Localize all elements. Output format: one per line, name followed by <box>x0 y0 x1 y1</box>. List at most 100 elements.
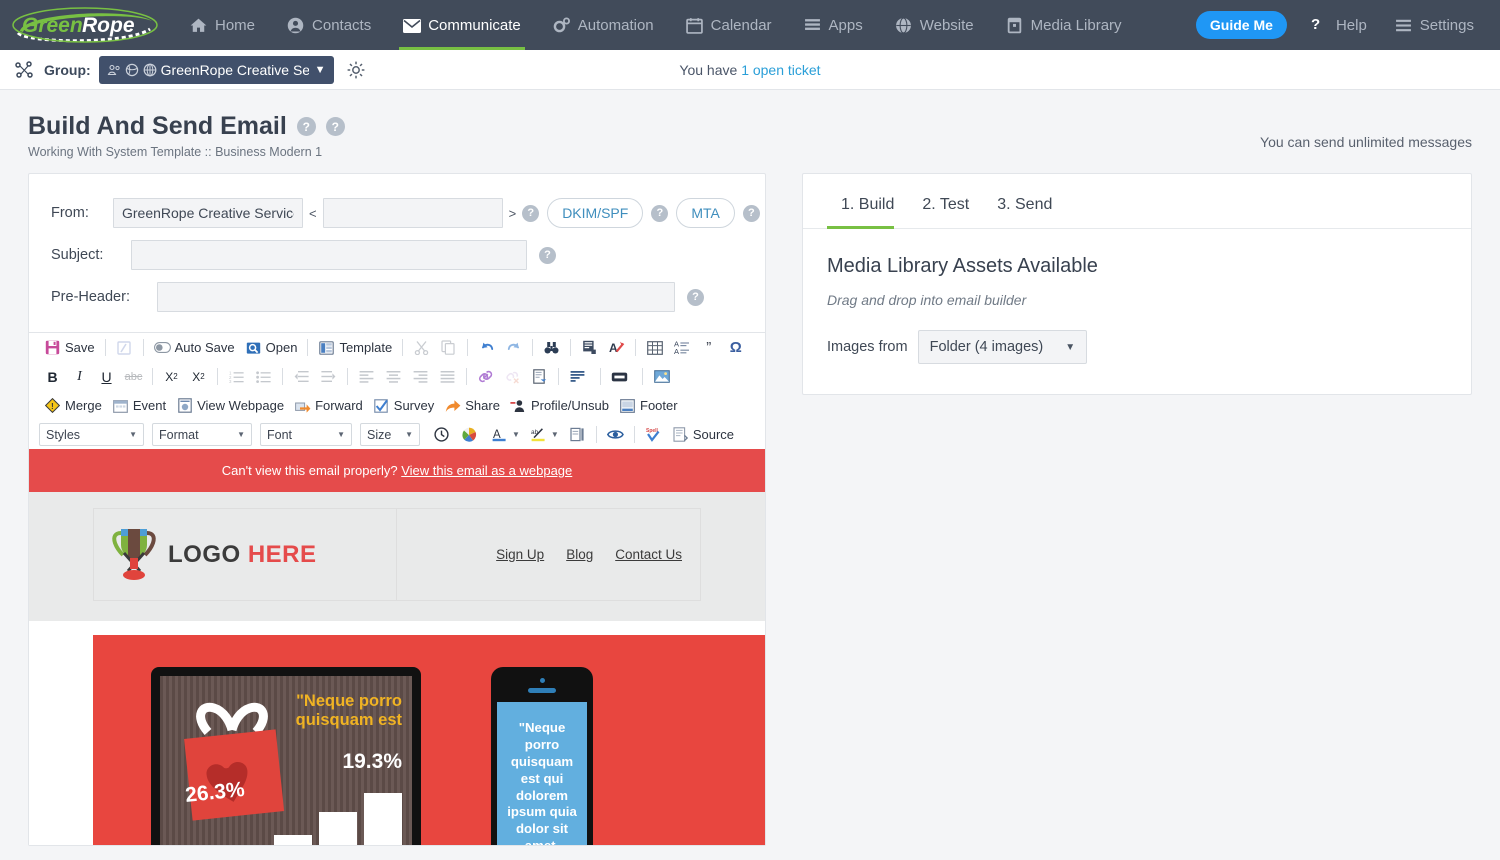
highlight-color-button[interactable]: ab ▼ <box>525 424 564 445</box>
page-help-icon-1[interactable]: ? <box>297 117 316 136</box>
line-height-button[interactable]: AA <box>668 337 695 358</box>
group-select-dropdown[interactable]: GreenRope Creative Se ▼ <box>99 56 334 84</box>
subscript-button[interactable]: X2 <box>158 366 185 387</box>
from-help-icon[interactable]: ? <box>522 205 539 222</box>
group-settings-gear-icon[interactable] <box>346 60 366 80</box>
group-tree-icon[interactable] <box>14 60 34 80</box>
clock-button[interactable] <box>428 424 455 445</box>
redo-button[interactable] <box>500 337 527 358</box>
size-dropdown[interactable]: Size ▼ <box>360 423 420 446</box>
font-dropdown[interactable]: Font ▼ <box>260 423 352 446</box>
merge-button[interactable]: ! Merge <box>39 395 107 416</box>
spell-check-button[interactable]: Spell <box>640 424 667 445</box>
mta-help-icon[interactable]: ? <box>743 205 760 222</box>
nav-item-apps[interactable]: Apps <box>788 0 879 50</box>
preheader-help-icon[interactable]: ? <box>687 289 704 306</box>
preview-logo-cell[interactable]: LOGO HERE <box>94 509 397 600</box>
preheader-input[interactable] <box>157 282 675 312</box>
profile-unsub-button[interactable]: Profile/Unsub <box>505 395 614 416</box>
numbered-list-button[interactable]: 123 <box>223 366 250 387</box>
anchor-icon <box>531 368 548 385</box>
bulleted-list-button[interactable] <box>250 366 277 387</box>
cut-button[interactable] <box>408 337 435 358</box>
autosave-state-icon-button[interactable] <box>111 337 138 358</box>
nav-item-settings[interactable]: Settings <box>1383 0 1486 50</box>
picture-button[interactable] <box>648 366 679 387</box>
auto-save-toggle[interactable]: Auto Save <box>149 337 240 358</box>
select-all-button[interactable] <box>576 337 603 358</box>
underline-button[interactable]: U <box>93 366 120 387</box>
italic-button[interactable]: I <box>66 366 93 387</box>
nav-item-website[interactable]: Website <box>879 0 990 50</box>
strikethrough-button[interactable]: abc <box>120 366 147 387</box>
from-name-input[interactable] <box>113 198 303 228</box>
button-insert-button[interactable] <box>606 366 637 387</box>
nav-item-contacts[interactable]: Contacts <box>271 0 387 50</box>
text-color-button[interactable]: A ▼ <box>486 424 525 445</box>
outdent-button[interactable] <box>288 366 315 387</box>
unlink-button[interactable] <box>499 366 526 387</box>
table-button[interactable] <box>641 337 668 358</box>
preview-hero-image[interactable]: 26.3% "Neque porro quisquam est 19.3% <box>93 635 765 845</box>
view-webpage-button[interactable]: View Webpage <box>171 395 289 416</box>
preview-link-blog[interactable]: Blog <box>566 547 593 562</box>
styles-dropdown[interactable]: Styles ▼ <box>39 423 144 446</box>
format-dropdown[interactable]: Format ▼ <box>152 423 252 446</box>
survey-button[interactable]: Survey <box>368 395 439 416</box>
nav-item-calendar[interactable]: Calendar <box>670 0 788 50</box>
align-center-button[interactable] <box>380 366 407 387</box>
find-button[interactable] <box>538 337 565 358</box>
template-label: Template <box>339 340 392 355</box>
subject-input[interactable] <box>131 240 527 270</box>
align-left-button[interactable] <box>353 366 380 387</box>
preview-link-sign-up[interactable]: Sign Up <box>496 547 544 562</box>
numbered-list-icon: 123 <box>228 368 245 385</box>
event-button[interactable]: Event <box>107 395 171 416</box>
forward-button[interactable]: Forward <box>289 395 368 416</box>
share-button[interactable]: Share <box>439 395 505 416</box>
bold-button[interactable]: B <box>39 366 66 387</box>
subject-help-icon[interactable]: ? <box>539 247 556 264</box>
indent-button[interactable] <box>315 366 342 387</box>
image-folder-dropdown[interactable]: Folder (4 images) ▼ <box>918 330 1088 364</box>
remove-format-button[interactable]: A <box>603 337 630 358</box>
blockquote-button[interactable]: ” <box>695 337 722 358</box>
color-wheel-button[interactable] <box>455 424 486 445</box>
template-button[interactable]: Template <box>313 337 397 358</box>
tab-build[interactable]: 1. Build <box>827 174 908 228</box>
dkim-spf-button[interactable]: DKIM/SPF <box>547 198 643 228</box>
anchor-button[interactable] <box>526 366 553 387</box>
nav-item-help[interactable]: ? Help <box>1299 0 1379 50</box>
page-help-icon-2[interactable]: ? <box>326 117 345 136</box>
nav-item-media-library[interactable]: Media Library <box>990 0 1138 50</box>
dkim-help-icon[interactable]: ? <box>651 205 668 222</box>
copy-button[interactable] <box>435 337 462 358</box>
mta-button[interactable]: MTA <box>676 198 735 228</box>
tab-send[interactable]: 3. Send <box>983 174 1066 228</box>
open-button[interactable]: Open <box>240 337 303 358</box>
nav-item-home[interactable]: Home <box>174 0 271 50</box>
nav-item-automation[interactable]: Automation <box>537 0 670 50</box>
link-button[interactable] <box>472 366 499 387</box>
tab-test[interactable]: 2. Test <box>908 174 983 228</box>
from-address-input[interactable] <box>323 198 503 228</box>
preview-link-contact-us[interactable]: Contact Us <box>615 547 682 562</box>
special-character-button[interactable]: Ω <box>722 337 749 358</box>
footer-button[interactable]: Footer <box>614 395 683 416</box>
open-ticket-link[interactable]: 1 open ticket <box>741 62 820 78</box>
superscript-button[interactable]: X2 <box>185 366 212 387</box>
nav-item-communicate[interactable]: Communicate <box>387 0 537 50</box>
undo-button[interactable] <box>473 337 500 358</box>
email-preview-canvas[interactable]: Can't view this email properly? View thi… <box>29 449 765 845</box>
open-label: Open <box>266 340 298 355</box>
greenrope-logo[interactable]: Green Rope <box>10 5 160 45</box>
preview-banner-link[interactable]: View this email as a webpage <box>401 463 572 478</box>
align-right-button[interactable] <box>407 366 434 387</box>
preview-button[interactable] <box>602 424 629 445</box>
page-break-button[interactable] <box>564 424 591 445</box>
guide-me-button[interactable]: Guide Me <box>1196 11 1287 39</box>
save-button[interactable]: Save <box>39 337 100 358</box>
align-justify-button[interactable] <box>434 366 461 387</box>
article-button[interactable] <box>564 366 595 387</box>
source-button[interactable]: Source <box>667 424 739 445</box>
